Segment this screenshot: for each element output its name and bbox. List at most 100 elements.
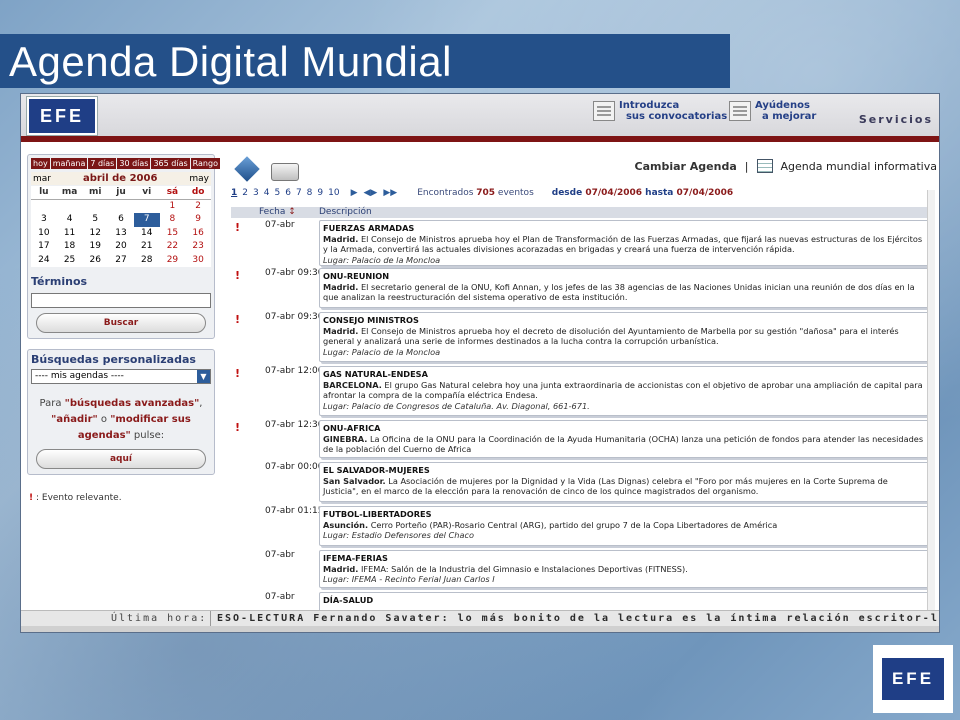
legend: ! : Evento relevante. — [29, 493, 215, 503]
calendar-day[interactable]: 18 — [57, 240, 83, 254]
calendar-day[interactable]: 19 — [82, 240, 108, 254]
event-description: San Salvador. La Asociación de mujeres p… — [323, 476, 924, 497]
next-page-icon[interactable]: ▶ — [351, 188, 358, 198]
page-link[interactable]: 4 — [264, 188, 270, 198]
range-tab[interactable]: mañana — [50, 158, 88, 169]
aqui-button[interactable]: aquí — [36, 449, 206, 469]
terms-input[interactable] — [31, 293, 211, 308]
calendar-day[interactable]: 7 — [133, 213, 160, 227]
event-box[interactable]: ONU-AFRICA GINEBRA. La Oficina de la ONU … — [319, 420, 929, 458]
last-page-icon[interactable]: ▶▶ — [383, 188, 397, 198]
calendar-day[interactable]: 12 — [82, 227, 108, 241]
page-link[interactable]: 8 — [307, 188, 313, 198]
servicios-link[interactable]: Servicios — [859, 113, 933, 126]
efe-corner-logo: EFE — [873, 645, 953, 713]
page-link[interactable]: 3 — [253, 188, 259, 198]
event-box[interactable]: GAS NATURAL-ENDESA BARCELONA. El grupo Ga… — [319, 366, 929, 416]
calendar-day[interactable]: 20 — [108, 240, 134, 254]
adv-text-4: pulse: — [130, 430, 165, 441]
event-date: 07-abr — [265, 592, 295, 602]
mis-agendas-select[interactable]: ---- mis agendas ---- ▼ — [31, 369, 211, 384]
event-box[interactable]: FUERZAS ARMADAS Madrid. El Consejo de Min… — [319, 220, 929, 266]
range-tab[interactable]: hoy — [31, 158, 50, 169]
calendar-day[interactable]: 23 — [185, 240, 211, 254]
range-tab[interactable]: 30 días — [117, 158, 151, 169]
calendar-day[interactable]: 1 — [160, 200, 186, 214]
vertical-scrollbar[interactable] — [927, 190, 935, 614]
calendar-day[interactable]: 22 — [160, 240, 186, 254]
found-number: 705 — [476, 188, 496, 198]
buscar-button[interactable]: Buscar — [36, 313, 206, 333]
adv-text-busquedas: "búsquedas avanzadas" — [64, 398, 200, 409]
ticker-text[interactable]: ESO-LECTURA Fernando Savater: lo más bon… — [217, 613, 939, 624]
descripcion-column-header: Descripción — [319, 207, 372, 217]
navigate-icon[interactable] — [233, 158, 261, 182]
calendar-day[interactable]: 10 — [31, 227, 57, 241]
ayudenos-mejorar-link[interactable]: Ayúdenos a mejorar — [729, 100, 816, 122]
event-date: 07-abr 00:00 — [265, 462, 324, 472]
page-link[interactable]: 2 — [242, 188, 248, 198]
calendar-day[interactable]: 26 — [82, 254, 108, 268]
page-link[interactable]: 10 — [328, 188, 339, 198]
slide-title: Agenda Digital Mundial — [9, 38, 452, 85]
calendar-day[interactable]: 6 — [108, 213, 134, 227]
legend-text: : Evento relevante. — [35, 493, 122, 503]
calendar-day[interactable]: 25 — [57, 254, 83, 268]
calendar-day[interactable]: 16 — [185, 227, 211, 241]
calendar-day[interactable]: 28 — [134, 254, 160, 268]
range-tab[interactable]: 7 días — [88, 158, 117, 169]
event-place: Lugar: Estadio Defensores del Chaco — [323, 530, 474, 540]
convocatorias-line2: sus convocatorias — [625, 111, 728, 122]
page-link[interactable]: 5 — [274, 188, 280, 198]
calendar-day[interactable]: 11 — [57, 227, 83, 241]
ticker-label: Última hora: — [21, 611, 211, 626]
page-link[interactable]: 6 — [285, 188, 291, 198]
calendar-day[interactable]: 5 — [82, 213, 108, 227]
calendar-day[interactable]: 3 — [31, 213, 57, 227]
printer-icon[interactable] — [271, 163, 299, 181]
event-description: Madrid. IFEMA: Salón de la Industria del… — [323, 564, 924, 575]
event-box[interactable]: FUTBOL-LIBERTADORES Asunción. Cerro Porte… — [319, 506, 929, 546]
cambiar-agenda-link[interactable]: Cambiar Agenda — [635, 160, 737, 173]
calendar-day[interactable]: 15 — [160, 227, 186, 241]
calendar-day[interactable]: 27 — [108, 254, 134, 268]
calendar-day[interactable]: 24 — [31, 254, 57, 268]
calendar-day[interactable]: 30 — [185, 254, 211, 268]
event-box[interactable]: EL SALVADOR-MUJERES San Salvador. La Asoc… — [319, 462, 929, 502]
calendar-day[interactable]: 4 — [57, 213, 83, 227]
efe-logo[interactable]: EFE — [26, 96, 98, 136]
next-range-icon[interactable]: ◀▶ — [364, 188, 378, 198]
calendar-day[interactable]: 29 — [160, 254, 186, 268]
calendar-day[interactable]: 8 — [160, 213, 186, 227]
relevant-mark-icon: ! — [29, 493, 34, 503]
calendar-day[interactable]: 17 — [31, 240, 57, 254]
fecha-column-header[interactable]: Fecha ↕ — [259, 207, 296, 217]
calendar-day[interactable]: 14 — [134, 227, 160, 241]
introduzca-convocatorias-link[interactable]: Introduzca sus convocatorias — [593, 100, 727, 122]
page-link[interactable]: 7 — [296, 188, 302, 198]
calendar-day[interactable]: 2 — [185, 200, 211, 214]
prev-month-link[interactable]: mar — [33, 174, 51, 184]
calendar-day[interactable]: 9 — [185, 213, 211, 227]
toolbar-icons — [233, 158, 299, 182]
range-tabs: hoy mañana 7 días 30 días 365 días Rango — [31, 158, 220, 169]
event-date: 07-abr 12:00 — [265, 366, 324, 376]
event-title: GAS NATURAL-ENDESA — [323, 369, 428, 379]
event-box[interactable]: ONU-REUNION Madrid. El secretario general… — [319, 268, 929, 308]
range-tab[interactable]: Rango — [190, 158, 220, 169]
range-tab[interactable]: 365 días — [151, 158, 190, 169]
efe-logo-text: EFE — [39, 105, 84, 126]
next-month-link[interactable]: may — [189, 174, 209, 184]
page-link[interactable]: 9 — [317, 188, 323, 198]
chevron-down-icon[interactable]: ▼ — [197, 370, 210, 383]
event-box[interactable]: IFEMA-FERIAS Madrid. IFEMA: Salón de la I… — [319, 550, 929, 588]
custom-search-title: Búsquedas personalizadas — [31, 353, 196, 366]
event-city: Madrid. — [323, 233, 359, 244]
page-link[interactable]: 1 — [231, 188, 237, 198]
calendar-day[interactable]: 13 — [108, 227, 134, 241]
adv-text-1: Para — [39, 398, 65, 409]
event-box[interactable]: DÍA-SALUD — [319, 592, 929, 612]
event-box[interactable]: CONSEJO MINISTROS Madrid. El Consejo de M… — [319, 312, 929, 362]
event-text: La Oficina de la ONU para la Coordinació… — [323, 433, 924, 455]
calendar-day[interactable]: 21 — [134, 240, 160, 254]
